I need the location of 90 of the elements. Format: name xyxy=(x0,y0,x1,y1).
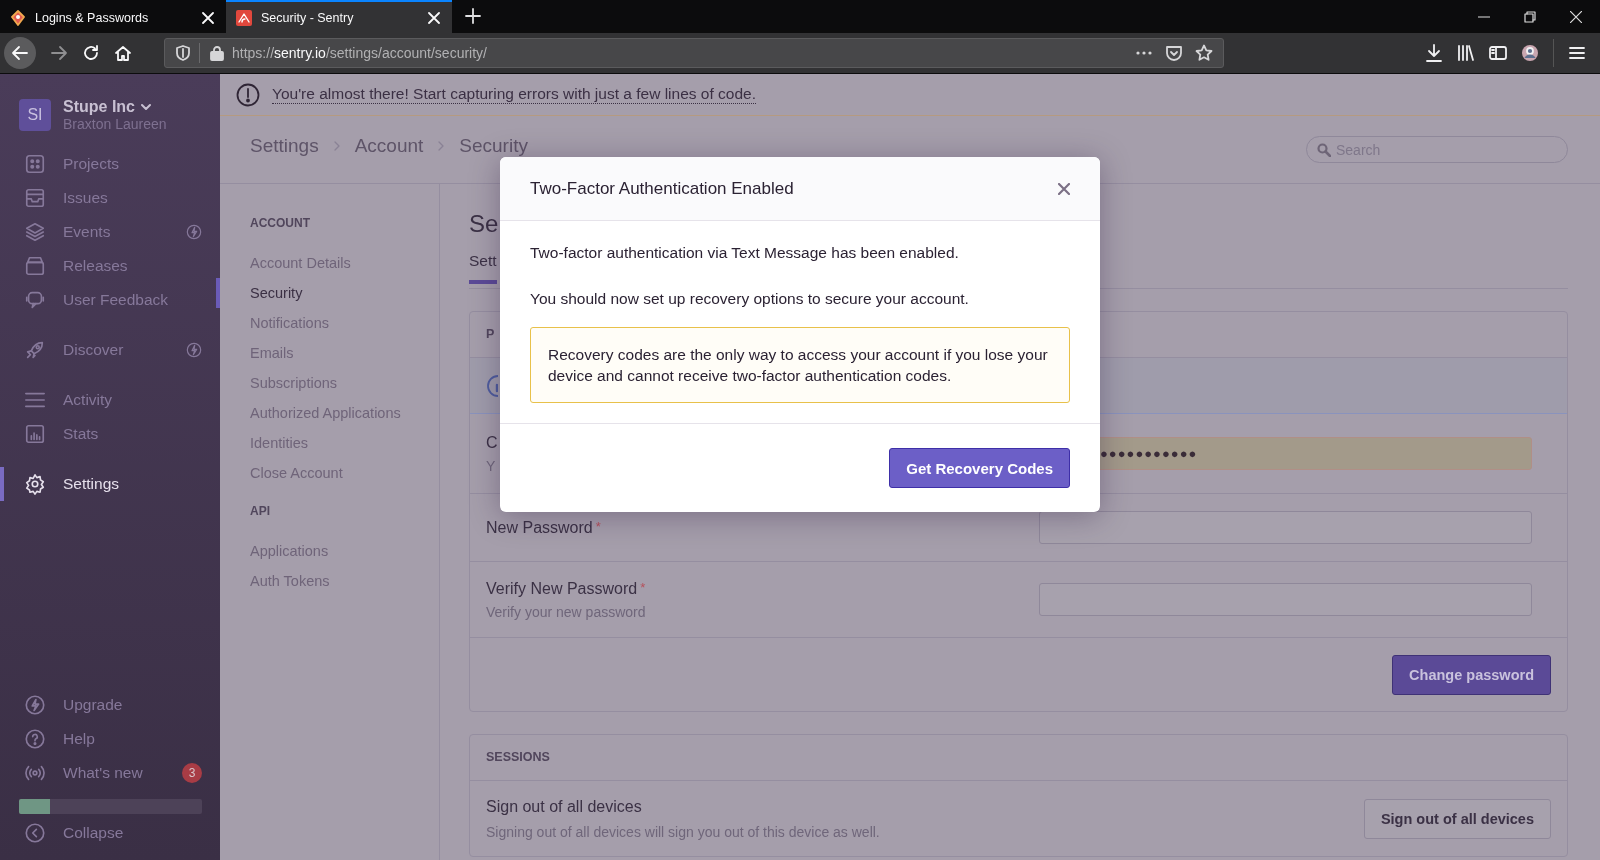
pocket-icon[interactable] xyxy=(1165,44,1183,62)
field-label: New Password xyxy=(486,518,593,536)
nav-link[interactable]: Emails xyxy=(220,338,439,368)
breadcrumb[interactable]: Security xyxy=(459,134,528,157)
breadcrumb[interactable]: Account xyxy=(354,134,424,157)
download-icon[interactable] xyxy=(1425,44,1443,62)
warning-icon xyxy=(236,82,260,107)
new-tab-icon[interactable] xyxy=(465,8,481,24)
chevron-left-icon xyxy=(24,822,46,844)
sidebar-item[interactable]: Discover xyxy=(0,333,220,367)
sidebar-item[interactable]: Upgrade xyxy=(0,688,220,722)
sign-out-button[interactable]: Sign out of all devices xyxy=(1363,798,1551,839)
lightning-icon xyxy=(24,694,46,716)
sidebar-item[interactable]: Projects xyxy=(0,147,220,181)
star-icon[interactable] xyxy=(1195,44,1213,62)
sidebar-item[interactable]: Settings xyxy=(0,467,220,501)
info-icon xyxy=(486,373,498,398)
nav-link[interactable]: Identities xyxy=(220,428,439,458)
logo-icon xyxy=(236,9,252,26)
search-icon xyxy=(1317,143,1331,157)
nav-link[interactable]: Applications xyxy=(220,536,439,566)
chevron-right-icon xyxy=(332,140,341,151)
nav-link[interactable]: Auth Tokens xyxy=(220,566,439,596)
reload-icon[interactable] xyxy=(82,44,100,62)
tab[interactable]: Sett xyxy=(469,244,497,284)
browser-tab[interactable]: Logins & Passwords xyxy=(0,0,226,33)
layers-icon xyxy=(24,221,46,243)
shield-icon xyxy=(175,45,191,61)
user-name: Braxton Laureen xyxy=(63,115,167,132)
password-field[interactable] xyxy=(1039,583,1532,616)
nav-link[interactable]: Account Details xyxy=(220,248,439,278)
modal-text: You should now set up recovery options to secure your account. xyxy=(530,289,970,309)
setting-title: Sign out of all devices xyxy=(486,797,642,816)
breadcrumb[interactable]: Settings xyxy=(250,134,319,157)
account-icon[interactable] xyxy=(1521,44,1539,62)
collapse-button[interactable]: Collapse xyxy=(0,816,220,850)
change-password-button[interactable]: Change password xyxy=(1392,654,1551,695)
field-label: Verify New Password xyxy=(486,579,638,597)
help-icon xyxy=(24,728,46,750)
warning-message: Recovery codes are the only way to access your account if you lose your device and cannot receive two-factor authentication codes. xyxy=(530,327,1070,403)
nav-link[interactable]: Notifications xyxy=(220,308,439,338)
section-heading: API xyxy=(249,504,271,520)
required-mark: * xyxy=(640,579,646,595)
arrow-right-icon[interactable] xyxy=(50,44,68,62)
home-icon[interactable] xyxy=(114,44,132,62)
nav-link[interactable]: Authorized Applications xyxy=(220,398,439,428)
chevron-down-icon[interactable] xyxy=(141,101,151,112)
rocket-icon xyxy=(24,339,46,361)
sidebar-item[interactable]: Events xyxy=(0,215,220,249)
help-text: Signing out of all devices will sign you out of this device as well. xyxy=(486,823,880,840)
library-icon[interactable] xyxy=(1457,44,1475,62)
sidebar-item[interactable]: Help xyxy=(0,722,220,756)
field-label: C xyxy=(486,433,498,451)
browser-tab[interactable]: Security - Sentry xyxy=(226,0,452,33)
modal-text: Two-factor authentication via Text Message has been enabled. xyxy=(530,243,960,263)
restore-icon[interactable] xyxy=(1524,10,1536,23)
required-mark: * xyxy=(595,518,601,534)
chat-icon xyxy=(24,289,46,311)
sidebar-icon[interactable] xyxy=(1489,44,1507,62)
key-icon xyxy=(10,9,26,26)
box-icon xyxy=(24,255,46,277)
lock-icon xyxy=(210,45,224,61)
grid-icon xyxy=(24,153,46,175)
back-button[interactable] xyxy=(4,37,36,69)
help-text: Verify your new password xyxy=(486,603,646,620)
panel-header: SESSIONS xyxy=(470,735,1567,781)
nav-link[interactable]: Close Account xyxy=(220,458,439,488)
password-field[interactable] xyxy=(1039,511,1532,544)
sidebar-item[interactable]: What's new 3 xyxy=(0,756,220,790)
bar-chart-icon xyxy=(24,423,46,445)
url-text: https://sentry.io/settings/account/security/ xyxy=(232,45,487,61)
address-bar[interactable]: https://sentry.io/settings/account/security/ xyxy=(164,38,1224,68)
recovery-codes-button[interactable]: Get Recovery Codes xyxy=(889,448,1070,488)
section-heading: ACCOUNT xyxy=(249,216,311,232)
count-badge: 3 xyxy=(182,763,202,783)
modal-title: Two-Factor Authentication Enabled xyxy=(530,178,794,199)
settings-icon xyxy=(24,473,46,495)
arrow-left-icon xyxy=(11,44,29,62)
alert-link[interactable]: You're almost there! Start capturing errors with just a few lines of code. xyxy=(272,85,756,104)
nav-link[interactable]: Subscriptions xyxy=(220,368,439,398)
menu-icon[interactable] xyxy=(1568,44,1586,62)
org-avatar: SI xyxy=(19,98,51,131)
more-icon[interactable] xyxy=(1135,50,1153,56)
org-name[interactable]: Stupe Inc xyxy=(63,97,135,116)
page-title: Se xyxy=(469,210,500,239)
sidebar-item[interactable]: Stats xyxy=(0,417,220,451)
sidebar-item[interactable]: Issues xyxy=(0,181,220,215)
tray-icon xyxy=(24,187,46,209)
chevron-right-icon xyxy=(437,140,446,151)
sidebar-item[interactable]: Activity xyxy=(0,383,220,417)
